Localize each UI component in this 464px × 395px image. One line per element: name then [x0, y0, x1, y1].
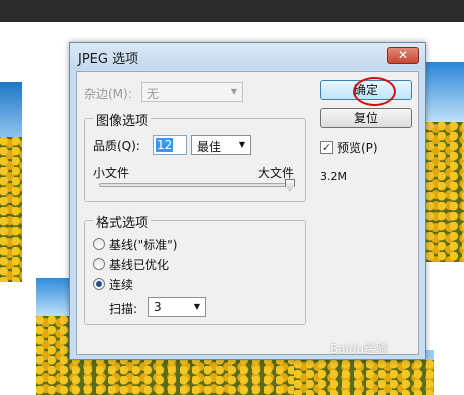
- chevron-down-icon: ▼: [193, 302, 201, 311]
- reset-button[interactable]: 复位: [320, 108, 412, 128]
- format-options-group: 格式选项 基线("标准") 基线已优化 连续 扫描: 3 ▼: [84, 212, 306, 325]
- checkmark-icon: ✓: [321, 141, 332, 154]
- format-option-label[interactable]: 基线已优化: [109, 256, 169, 273]
- title-bar[interactable]: JPEG 选项 ✕: [70, 43, 425, 69]
- quality-slider-track[interactable]: [99, 183, 295, 187]
- jpeg-options-dialog: JPEG 选项 ✕ 杂边(M): 无 ▼ 图像选项 品质(Q): 12 最佳 ▼…: [69, 42, 426, 360]
- scans-label: 扫描:: [109, 302, 138, 316]
- image-options-group: 图像选项 品质(Q): 12 最佳 ▼ 小文件 大文件: [84, 110, 306, 202]
- chevron-down-icon: ▼: [238, 140, 246, 149]
- format-option-label[interactable]: 连续: [109, 276, 133, 293]
- format-options-legend: 格式选项: [93, 212, 152, 231]
- image-options-legend: 图像选项: [93, 110, 152, 129]
- close-button[interactable]: ✕: [387, 47, 419, 64]
- scans-value: 3: [154, 300, 162, 314]
- quality-slider-thumb[interactable]: [285, 179, 295, 191]
- quality-preset-value: 最佳: [197, 140, 222, 154]
- preview-checkbox[interactable]: ✓: [320, 141, 333, 154]
- format-radio-progressive[interactable]: [93, 278, 105, 290]
- top-bar: [0, 0, 464, 22]
- sunflower-photo-left: [0, 82, 22, 282]
- small-file-label: 小文件: [93, 166, 130, 180]
- file-size: 3.2M: [320, 170, 347, 183]
- sunflower-photo-right: [426, 62, 464, 262]
- scans-select[interactable]: 3 ▼: [148, 297, 206, 317]
- format-option-label[interactable]: 基线("标准"): [109, 236, 177, 253]
- format-radio-baseline-standard[interactable]: [93, 238, 105, 250]
- reset-button-label: 复位: [353, 111, 378, 125]
- close-icon: ✕: [397, 48, 409, 62]
- dialog-title: JPEG 选项: [78, 52, 139, 67]
- chevron-down-icon: ▼: [230, 87, 238, 96]
- quality-input[interactable]: 12: [153, 135, 187, 155]
- format-radio-baseline-optimized[interactable]: [93, 258, 105, 270]
- quality-value: 12: [156, 138, 174, 152]
- large-file-label: 大文件: [258, 166, 295, 180]
- dialog-body: 杂边(M): 无 ▼ 图像选项 品质(Q): 12 最佳 ▼ 小文件 大文件 格…: [76, 71, 419, 355]
- highlight-circle: [353, 77, 396, 106]
- matte-value: 无: [147, 87, 160, 101]
- quality-preset-select[interactable]: 最佳 ▼: [191, 135, 251, 155]
- quality-label: 品质(Q):: [93, 139, 140, 153]
- matte-label: 杂边(M):: [84, 87, 132, 101]
- preview-label[interactable]: 预览(P): [337, 139, 378, 156]
- matte-select[interactable]: 无 ▼: [141, 82, 243, 102]
- baidu-watermark: Baidu经验: [330, 342, 389, 356]
